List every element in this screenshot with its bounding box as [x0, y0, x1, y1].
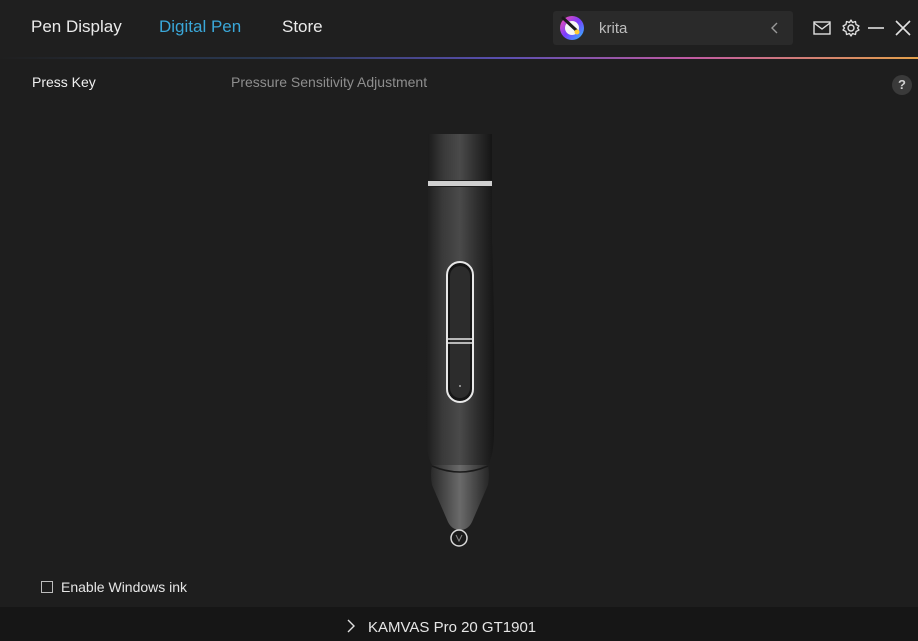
- windows-ink-label: Enable Windows ink: [61, 579, 188, 595]
- gear-icon[interactable]: [841, 18, 861, 38]
- device-bar: KAMVAS Pro 20 GT1901: [0, 607, 918, 641]
- help-button[interactable]: ?: [892, 75, 912, 95]
- app-search-input[interactable]: [599, 19, 759, 37]
- krita-app-icon: [560, 16, 584, 40]
- close-icon[interactable]: [893, 18, 913, 38]
- chevron-left-icon[interactable]: [768, 21, 782, 35]
- accent-divider: [0, 57, 918, 59]
- device-name[interactable]: KAMVAS Pro 20 GT1901: [368, 619, 536, 636]
- tab-digital-pen[interactable]: Digital Pen: [159, 17, 241, 37]
- tab-pressure-sensitivity[interactable]: Pressure Sensitivity Adjustment: [231, 74, 427, 90]
- tab-pen-display[interactable]: Pen Display: [31, 17, 122, 37]
- tab-press-key[interactable]: Press Key: [32, 74, 96, 90]
- app-window: Pen Display Digital Pen Store krita Pres…: [0, 0, 918, 641]
- app-selector[interactable]: [553, 11, 793, 45]
- mail-icon[interactable]: [812, 18, 832, 38]
- digital-pen-image: [425, 134, 495, 547]
- tab-store[interactable]: Store: [282, 17, 323, 37]
- minimize-icon[interactable]: [866, 18, 886, 38]
- chevron-right-icon[interactable]: [345, 619, 357, 633]
- windows-ink-checkbox[interactable]: [41, 581, 53, 593]
- top-bar: Pen Display Digital Pen Store: [0, 0, 918, 57]
